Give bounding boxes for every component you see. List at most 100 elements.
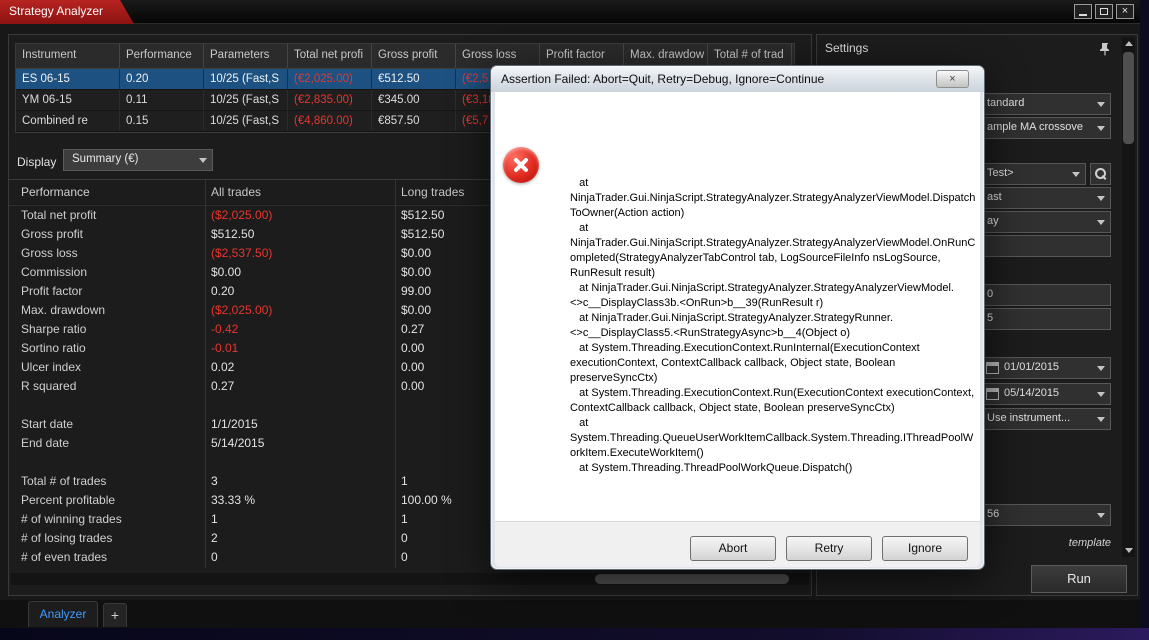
chevron-down-icon xyxy=(1097,196,1105,201)
chevron-down-icon xyxy=(1072,172,1080,177)
settings-combo-3[interactable]: Test> xyxy=(981,163,1086,185)
maximize-button[interactable] xyxy=(1095,4,1113,19)
pin-icon[interactable] xyxy=(1099,42,1111,56)
performance-cell: 33.33 % xyxy=(211,493,256,507)
settings-combo-4-value: ast xyxy=(987,191,1002,203)
settings-combo-4[interactable]: ast xyxy=(981,187,1111,209)
settings-header: Settings xyxy=(825,41,869,55)
settings-combo-6[interactable]: Use instrument... xyxy=(981,408,1111,430)
settings-combo-7[interactable]: 56 xyxy=(981,504,1111,526)
performance-cell: # of losing trades xyxy=(21,531,113,545)
settings-combo-5[interactable]: ay xyxy=(981,211,1111,233)
results-cell: Combined re xyxy=(16,111,120,131)
performance-cell: ($2,537.50) xyxy=(211,246,273,260)
minimize-icon xyxy=(1079,14,1087,16)
template-label[interactable]: template xyxy=(981,537,1111,549)
close-button[interactable]: × xyxy=(1116,4,1134,19)
performance-cell: Profit factor xyxy=(21,284,83,298)
results-column-header[interactable]: Parameters xyxy=(204,44,288,68)
column-divider xyxy=(205,180,206,568)
search-button[interactable] xyxy=(1090,163,1111,185)
screen: Strategy Analyzer × Instrument Performanc… xyxy=(0,0,1149,640)
results-column-header[interactable]: Gross profit xyxy=(372,44,456,68)
settings-input-2[interactable]: 0 xyxy=(981,284,1111,306)
vertical-scrollbar-thumb[interactable] xyxy=(1123,52,1134,144)
results-cell: 10/25 (Fast,S xyxy=(204,69,288,89)
performance-cell: # of winning trades xyxy=(21,512,122,526)
scroll-up-icon[interactable] xyxy=(1125,41,1133,46)
settings-input-3[interactable]: 5 xyxy=(981,308,1111,330)
results-cell: 10/25 (Fast,S xyxy=(204,111,288,131)
settings-combo-1[interactable]: tandard xyxy=(981,93,1111,115)
display-label: Display xyxy=(17,155,57,169)
results-cell: 0.20 xyxy=(120,69,204,89)
minimize-button[interactable] xyxy=(1074,4,1092,19)
end-date-picker[interactable]: 05/14/2015 xyxy=(981,383,1111,405)
chevron-down-icon xyxy=(199,158,207,163)
performance-cell: Gross profit xyxy=(21,227,84,241)
performance-cell: Ulcer index xyxy=(21,360,82,374)
maximize-icon xyxy=(1100,8,1108,15)
bottom-tab-bar: Analyzer + xyxy=(0,600,1140,628)
results-cell: 0.11 xyxy=(120,90,204,110)
retry-button[interactable]: Retry xyxy=(786,536,872,561)
settings-input-2-value: 0 xyxy=(987,288,994,300)
results-cell: €857.50 xyxy=(372,111,456,131)
display-dropdown[interactable]: Summary (€) xyxy=(63,149,213,171)
column-divider xyxy=(395,180,396,568)
results-cell: €345.00 xyxy=(372,90,456,110)
settings-combo-2-value: ample MA crossove xyxy=(987,121,1083,133)
results-cell: (€2,025.00) xyxy=(288,69,372,89)
chevron-down-icon xyxy=(1097,102,1105,107)
performance-cell: Sharpe ratio xyxy=(21,322,87,336)
chevron-down-icon xyxy=(1097,126,1105,131)
scroll-down-icon[interactable] xyxy=(1125,548,1133,553)
results-cell: 0.15 xyxy=(120,111,204,131)
error-icon xyxy=(503,147,539,183)
performance-cell: Max. drawdown xyxy=(21,303,106,317)
start-date-value: 01/01/2015 xyxy=(1004,361,1060,373)
window-titlebar[interactable]: Strategy Analyzer × xyxy=(0,0,1140,24)
close-icon: × xyxy=(949,73,956,85)
chevron-down-icon xyxy=(1097,366,1105,371)
horizontal-scrollbar[interactable] xyxy=(11,573,809,585)
performance-cell xyxy=(9,453,205,472)
chevron-down-icon xyxy=(1097,220,1105,225)
performance-cell: End date xyxy=(21,436,70,450)
vertical-scrollbar[interactable] xyxy=(1122,37,1135,557)
start-date-picker[interactable]: 01/01/2015 xyxy=(981,357,1111,379)
performance-cell: $512.50 xyxy=(211,227,255,241)
run-button[interactable]: Run xyxy=(1031,565,1127,593)
window-title: Strategy Analyzer xyxy=(9,4,104,18)
settings-combo-1-value: tandard xyxy=(987,97,1025,109)
results-cell: 10/25 (Fast,S xyxy=(204,90,288,110)
settings-input-1[interactable] xyxy=(981,235,1111,257)
dialog-close-button[interactable]: × xyxy=(936,70,969,88)
calendar-icon xyxy=(986,388,999,400)
results-column-header[interactable]: Performance xyxy=(120,44,204,68)
settings-combo-2[interactable]: ample MA crossove xyxy=(981,117,1111,139)
performance-cell: Commission xyxy=(21,265,88,279)
results-column-header[interactable]: Instrument xyxy=(16,44,120,68)
assertion-failed-dialog: Assertion Failed: Abort=Quit, Retry=Debu… xyxy=(490,65,985,570)
tab-analyzer[interactable]: Analyzer xyxy=(28,601,98,627)
end-date-value: 05/14/2015 xyxy=(1004,387,1060,399)
horizontal-scrollbar-thumb[interactable] xyxy=(595,574,789,584)
close-icon: × xyxy=(1121,5,1129,17)
ignore-button[interactable]: Ignore xyxy=(882,536,968,561)
settings-combo-3-value: Test> xyxy=(987,167,1014,179)
results-column-header[interactable]: Total net profi xyxy=(288,44,372,68)
performance-cell: 0 xyxy=(211,550,218,564)
performance-cell: Total net profit xyxy=(21,208,97,222)
chevron-down-icon xyxy=(1097,392,1105,397)
add-tab-button[interactable]: + xyxy=(103,603,127,627)
settings-input-3-value: 5 xyxy=(987,312,994,324)
chevron-down-icon xyxy=(1097,513,1105,518)
dialog-titlebar[interactable]: Assertion Failed: Abort=Quit, Retry=Debu… xyxy=(491,66,984,92)
performance-column-header[interactable]: All trades xyxy=(205,180,395,205)
abort-button[interactable]: Abort xyxy=(690,536,776,561)
results-cell: (€4,860.00) xyxy=(288,111,372,131)
performance-cell: Total # of trades xyxy=(21,474,107,488)
results-cell: ES 06-15 xyxy=(16,69,120,89)
performance-column-header[interactable]: Performance xyxy=(9,180,205,205)
